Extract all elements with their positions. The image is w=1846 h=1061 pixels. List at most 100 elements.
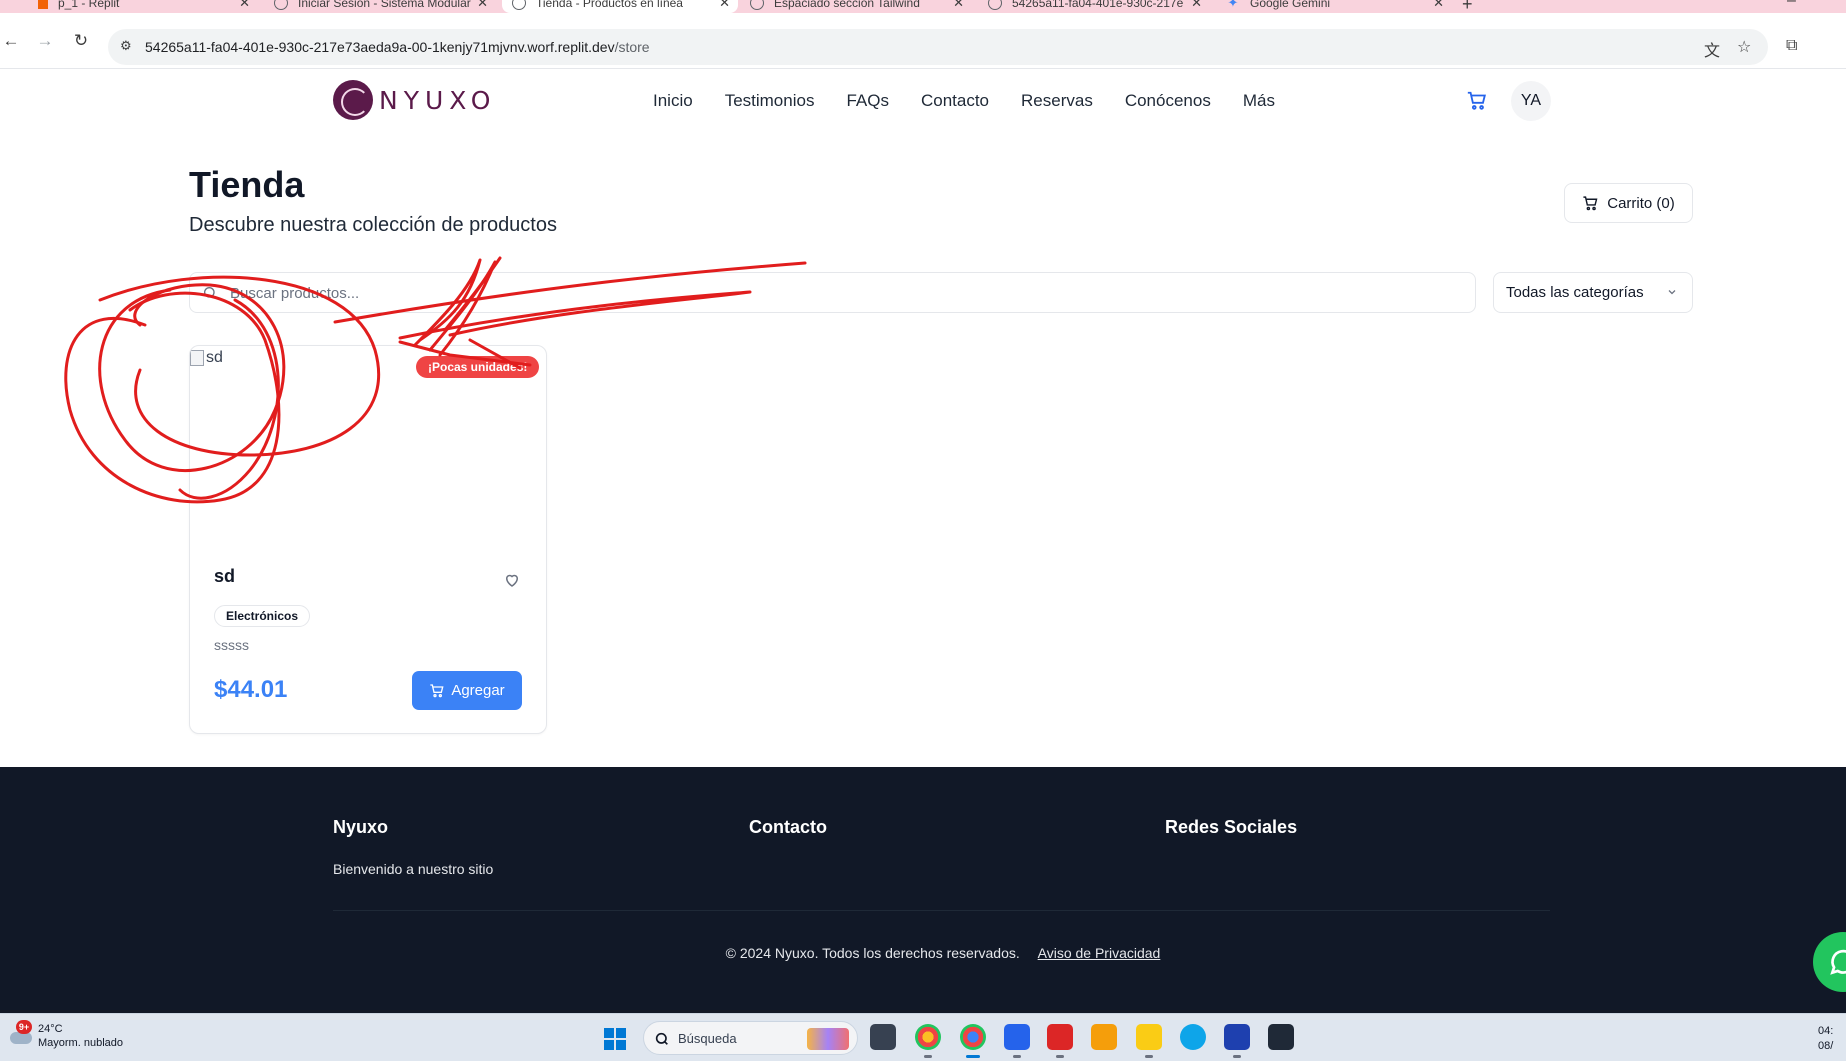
browser-tab[interactable]: ✦ Google Gemini ✕ (1216, 0, 1452, 13)
system-clock[interactable]: 04: 08/ (1818, 1024, 1833, 1054)
openai-icon (750, 0, 764, 10)
cart-button-label: Carrito (0) (1607, 194, 1675, 212)
user-avatar[interactable]: YA (1511, 81, 1551, 121)
nav-link-reservas[interactable]: Reservas (1021, 91, 1093, 111)
star-icon[interactable]: ☆ (1737, 37, 1751, 57)
heart-icon[interactable] (503, 571, 521, 589)
browser-tab[interactable]: p_1 - Replit ✕ (28, 0, 258, 13)
category-select-value: Todas las categorías (1506, 284, 1644, 301)
address-bar[interactable]: ⚙ 54265a11-fa04-401e-930c-217e73aeda9a-0… (108, 29, 1768, 65)
pdf-tool-icon[interactable] (1091, 1024, 1117, 1050)
product-price: $44.01 (214, 676, 288, 703)
globe-icon (274, 0, 288, 10)
minimize-button[interactable]: – (1787, 0, 1796, 10)
taskbar-search-label: Búsqueda (678, 1031, 737, 1046)
nav-link-testimonios[interactable]: Testimonios (725, 91, 815, 111)
browser-toolbar: ← → ↻ ⚙ 54265a11-fa04-401e-930c-217e73ae… (0, 13, 1846, 69)
file-explorer-icon[interactable] (1136, 1024, 1162, 1058)
site-info-icon[interactable]: ⚙ (120, 38, 132, 54)
product-search[interactable] (189, 272, 1476, 313)
url-text[interactable]: 54265a11-fa04-401e-930c-217e73aeda9a-00-… (145, 39, 650, 55)
search-highlight-icon (807, 1028, 849, 1050)
weather-widget[interactable]: 9+ 24°C Mayorm. nublado (8, 1020, 123, 1050)
weather-text: 24°C Mayorm. nublado (38, 1022, 123, 1050)
search-icon (655, 1032, 668, 1045)
low-stock-badge: ¡Pocas unidades! (416, 356, 540, 378)
back-icon[interactable]: ← (0, 31, 22, 51)
windows-start-icon[interactable] (604, 1028, 626, 1050)
close-icon[interactable]: ✕ (719, 0, 730, 11)
edge-icon[interactable] (1180, 1024, 1206, 1050)
notification-badge: 9+ (16, 1020, 32, 1034)
footer-brand-title: Nyuxo (333, 817, 389, 837)
tab-title: Google Gemini (1250, 0, 1331, 10)
cloud-icon: 9+ (8, 1020, 34, 1048)
image-alt-text: sd (206, 349, 223, 366)
browser-tab[interactable]: 54265a11-fa04-401e-930c-217e ✕ (978, 0, 1210, 13)
privacy-link[interactable]: Aviso de Privacidad (1038, 945, 1161, 961)
nav-link-inicio[interactable]: Inicio (653, 91, 693, 111)
cart-icon[interactable] (1466, 90, 1488, 112)
replit-icon (38, 0, 48, 9)
new-tab-button[interactable]: + (1462, 0, 1473, 13)
clock-time: 04: (1818, 1025, 1834, 1037)
acrobat-icon[interactable] (1047, 1024, 1073, 1058)
chevron-down-icon (1668, 290, 1676, 295)
product-name[interactable]: sd (214, 566, 235, 587)
task-view-icon[interactable] (870, 1024, 896, 1050)
chrome-icon[interactable] (915, 1024, 941, 1058)
nav-link-faqs[interactable]: FAQs (846, 91, 889, 111)
nav-link-contacto[interactable]: Contacto (921, 91, 989, 111)
browser-tab-strip: p_1 - Replit ✕ Iniciar Sesión - Sistema … (0, 0, 1846, 13)
footer-bottom: © 2024 Nyuxo. Todos los derechos reserva… (0, 945, 1846, 961)
add-to-cart-button[interactable]: Agregar (412, 671, 522, 710)
cart-button[interactable]: Carrito (0) (1564, 183, 1693, 223)
broken-image: sd (190, 349, 223, 367)
add-to-cart-label: Agregar (451, 682, 505, 699)
tab-title: Tienda - Productos en línea (536, 0, 683, 10)
broken-image-icon (190, 350, 204, 366)
close-icon[interactable]: ✕ (477, 0, 488, 11)
start-tile (604, 1040, 614, 1050)
start-tile (604, 1028, 614, 1038)
browser-tab[interactable]: Iniciar Sesión - Sistema Modular ✕ (264, 0, 496, 13)
close-icon[interactable]: ✕ (1433, 0, 1444, 11)
tab-title: 54265a11-fa04-401e-930c-217e (1012, 0, 1184, 10)
search-input[interactable] (230, 281, 1430, 305)
tab-title: Espaciado sección Tailwind (774, 0, 920, 10)
logo-icon (333, 80, 373, 120)
gemini-icon: ✦ (1227, 0, 1239, 10)
chrome-profile-icon[interactable] (960, 1024, 986, 1058)
notepad-icon[interactable] (1004, 1024, 1030, 1058)
reload-icon[interactable]: ↻ (70, 31, 92, 51)
translate-icon[interactable]: 文 (1704, 37, 1720, 61)
nav-link-mas[interactable]: Más (1243, 91, 1275, 111)
logo-text: NYUXO (379, 85, 497, 115)
browser-tab-active[interactable]: Tienda - Productos en línea ✕ (502, 0, 738, 13)
site-footer: Nyuxo Bienvenido a nuestro sitio Contact… (0, 767, 1846, 1013)
footer-contact-title: Contacto (749, 817, 827, 837)
whatsapp-icon (1830, 949, 1846, 975)
forward-icon[interactable]: → (34, 31, 56, 51)
brand-logo[interactable]: NYUXO (333, 80, 496, 120)
url-path: /store (614, 39, 650, 55)
page-subtitle: Descubre nuestra colección de productos (189, 214, 557, 236)
cart-icon (430, 683, 444, 697)
extensions-icon[interactable]: ⧉ (1786, 37, 1797, 55)
close-icon[interactable]: ✕ (953, 0, 964, 11)
nav-link-conocenos[interactable]: Conócenos (1125, 91, 1211, 111)
tab-title: Iniciar Sesión - Sistema Modular (298, 0, 471, 10)
start-tile (616, 1028, 626, 1038)
remote-desktop-icon[interactable] (1224, 1024, 1250, 1058)
product-image[interactable]: sd ¡Pocas unidades! (190, 346, 546, 546)
weather-desc: Mayorm. nublado (38, 1037, 123, 1049)
close-icon[interactable]: ✕ (239, 0, 250, 11)
terminal-icon[interactable] (1268, 1024, 1294, 1050)
category-select[interactable]: Todas las categorías (1493, 272, 1693, 313)
start-tile (616, 1040, 626, 1050)
taskbar-search[interactable]: Búsqueda (643, 1021, 858, 1055)
globe-icon (512, 0, 526, 10)
close-icon[interactable]: ✕ (1191, 0, 1202, 11)
product-card[interactable]: sd ¡Pocas unidades! sd Electrónicos ssss… (189, 345, 547, 734)
browser-tab[interactable]: Espaciado sección Tailwind ✕ (740, 0, 972, 13)
